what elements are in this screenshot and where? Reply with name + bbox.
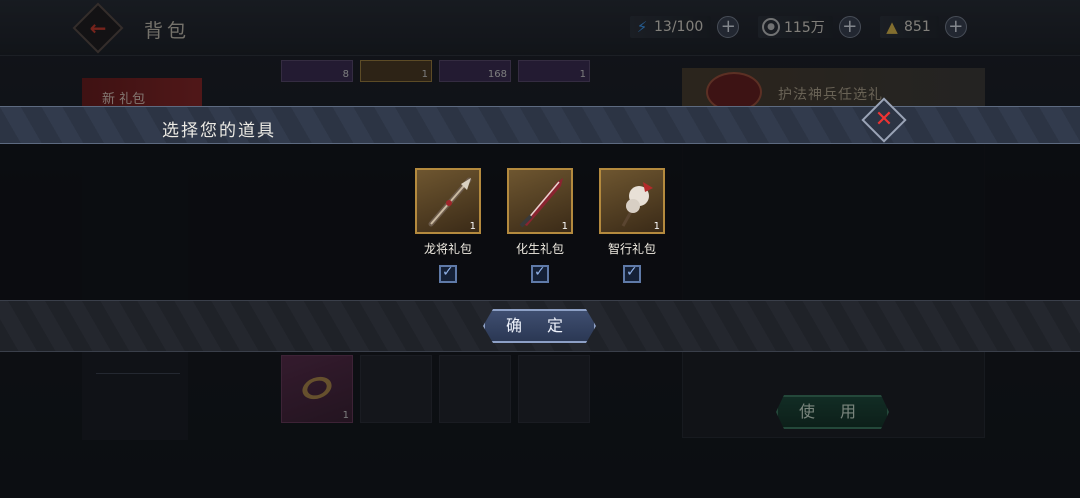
item-count: 1	[561, 221, 568, 232]
item-frame[interactable]: 1	[415, 168, 481, 234]
item-checkbox[interactable]	[439, 264, 457, 283]
item-frame[interactable]: 1	[507, 168, 573, 234]
close-icon: ✕	[874, 107, 894, 132]
item-checkbox[interactable]	[623, 264, 641, 283]
item-label: 智行礼包	[607, 242, 656, 256]
item-count: 1	[469, 221, 476, 232]
item-checkbox[interactable]	[531, 264, 549, 283]
item-label: 化生礼包	[515, 242, 564, 256]
item-count: 1	[653, 221, 660, 232]
fan-staff-icon	[621, 182, 653, 227]
blade-icon	[519, 178, 563, 228]
item-option-huasheng[interactable]: 1 化生礼包	[507, 168, 573, 283]
modal-header: 选择您的道具	[0, 106, 1080, 144]
modal-title: 选择您的道具	[162, 121, 276, 141]
item-option-zhixing[interactable]: 1 智行礼包	[599, 168, 665, 283]
spear-icon	[428, 177, 472, 227]
item-option-longjiang[interactable]: 1 龙将礼包	[415, 168, 481, 283]
item-label: 龙将礼包	[423, 242, 472, 256]
item-frame[interactable]: 1	[599, 168, 665, 234]
confirm-button[interactable]: 确 定	[483, 309, 596, 343]
